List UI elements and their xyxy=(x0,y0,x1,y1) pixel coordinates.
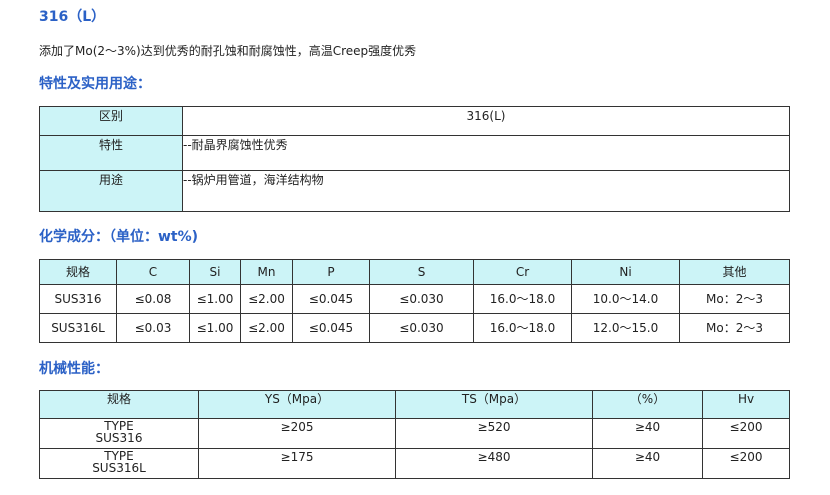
type-cell: TYPE SUS316L xyxy=(39,448,199,479)
column-header: Cr xyxy=(473,259,572,285)
table-cell: ≤0.030 xyxy=(369,313,474,343)
table-cell: 10.0～14.0 xyxy=(571,284,680,314)
table-row: 特性 --耐晶界腐蚀性优秀 xyxy=(39,135,790,171)
properties-label: 区别 xyxy=(39,106,183,136)
table-cell: Mo：2～3 xyxy=(679,313,790,343)
properties-table: 区别 316(L) 特性 --耐晶界腐蚀性优秀 用途 --锅炉用管道，海洋结构物 xyxy=(39,106,790,212)
column-header: Mn xyxy=(240,259,293,285)
properties-value: --耐晶界腐蚀性优秀 xyxy=(182,135,790,171)
column-header: Si xyxy=(189,259,241,285)
table-cell: SUS316L xyxy=(39,313,117,343)
column-header: 规格 xyxy=(39,259,117,285)
type-cell: TYPE SUS316 xyxy=(39,418,199,449)
page-title: 316（L） xyxy=(39,9,106,25)
column-header: YS（Mpa） xyxy=(198,390,396,419)
table-cell: Mo：2～3 xyxy=(679,284,790,314)
properties-label: 用途 xyxy=(39,170,183,212)
table-cell: ≤0.03 xyxy=(116,313,190,343)
intro-text: 添加了Mo(2～3%)达到优秀的耐孔蚀和耐腐蚀性，高温Creep强度优秀 xyxy=(39,44,417,58)
column-header: Ni xyxy=(571,259,680,285)
section-heading-chemical: 化学成分：（单位：wt%) xyxy=(39,229,199,245)
table-cell: ≤200 xyxy=(702,448,790,479)
table-cell: ≥175 xyxy=(198,448,396,479)
table-cell: ≥40 xyxy=(592,448,703,479)
table-cell: 16.0～18.0 xyxy=(473,284,572,314)
column-header: S xyxy=(369,259,474,285)
type-line: SUS316 xyxy=(95,431,143,445)
table-cell: ≤1.00 xyxy=(189,284,241,314)
properties-value: 316(L) xyxy=(182,106,790,136)
properties-value: --锅炉用管道，海洋结构物 xyxy=(182,170,790,212)
table-cell: ≤1.00 xyxy=(189,313,241,343)
section-heading-mechanical: 机械性能： xyxy=(39,361,109,377)
table-cell: ≤2.00 xyxy=(240,284,293,314)
table-cell: 16.0～18.0 xyxy=(473,313,572,343)
table-row: SUS316L ≤0.03 ≤1.00 ≤2.00 ≤0.045 ≤0.030 … xyxy=(39,313,790,343)
column-header: C xyxy=(116,259,190,285)
properties-label: 特性 xyxy=(39,135,183,171)
table-cell: ≥205 xyxy=(198,418,396,449)
column-header: P xyxy=(292,259,370,285)
table-row: TYPE SUS316L ≥175 ≥480 ≥40 ≤200 xyxy=(39,448,790,479)
type-line: SUS316L xyxy=(92,461,146,475)
table-cell: ≥40 xyxy=(592,418,703,449)
table-row: SUS316 ≤0.08 ≤1.00 ≤2.00 ≤0.045 ≤0.030 1… xyxy=(39,284,790,314)
column-header: Hv xyxy=(702,390,790,419)
table-cell: ≥480 xyxy=(395,448,593,479)
table-cell: ≤200 xyxy=(702,418,790,449)
section-heading-properties: 特性及实用用途： xyxy=(39,76,151,92)
table-cell: SUS316 xyxy=(39,284,117,314)
table-cell: ≤0.030 xyxy=(369,284,474,314)
table-row: 区别 316(L) xyxy=(39,106,790,136)
table-cell: 12.0～15.0 xyxy=(571,313,680,343)
table-cell: ≤0.045 xyxy=(292,313,370,343)
column-header: 规格 xyxy=(39,390,199,419)
table-header-row: 规格 C Si Mn P S Cr Ni 其他 xyxy=(39,259,790,285)
table-header-row: 规格 YS（Mpa） TS（Mpa） （%） Hv xyxy=(39,390,790,419)
chemical-table: 规格 C Si Mn P S Cr Ni 其他 SUS316 ≤0.08 ≤1.… xyxy=(39,259,790,343)
mechanical-table: 规格 YS（Mpa） TS（Mpa） （%） Hv TYPE SUS316 ≥2… xyxy=(39,390,790,479)
table-row: 用途 --锅炉用管道，海洋结构物 xyxy=(39,170,790,212)
table-cell: ≤0.045 xyxy=(292,284,370,314)
column-header: TS（Mpa） xyxy=(395,390,593,419)
table-cell: ≤2.00 xyxy=(240,313,293,343)
column-header: （%） xyxy=(592,390,703,419)
table-row: TYPE SUS316 ≥205 ≥520 ≥40 ≤200 xyxy=(39,418,790,449)
column-header: 其他 xyxy=(679,259,790,285)
table-cell: ≤0.08 xyxy=(116,284,190,314)
table-cell: ≥520 xyxy=(395,418,593,449)
